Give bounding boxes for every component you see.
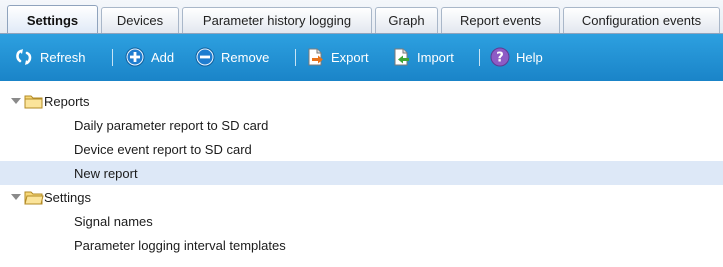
toolbar: Refresh Add Remove Export Import ? Help [0,34,723,81]
tab-settings[interactable]: Settings [7,5,98,34]
import-icon [391,47,411,67]
refresh-button[interactable]: Refresh [14,46,86,68]
tree-item-label: New report [74,165,138,181]
remove-button[interactable]: Remove [195,46,269,68]
help-icon: ? [490,47,510,67]
remove-label: Remove [221,49,270,65]
report-tree: Reports Daily parameter report to SD car… [0,81,723,267]
tree-item-parameter-logging-interval-templates[interactable]: Parameter logging interval templates [0,233,723,257]
tab-bar: Settings Devices Parameter history loggi… [0,0,723,34]
tree-item-label: Daily parameter report to SD card [74,117,269,133]
refresh-icon [14,47,34,67]
export-label: Export [331,49,369,65]
tree-group-reports[interactable]: Reports [0,89,723,113]
help-label: Help [516,49,543,65]
tab-graph[interactable]: Graph [375,7,438,33]
tab-configuration-events[interactable]: Configuration events [563,7,720,33]
tree-group-label: Settings [44,189,91,205]
tree-item-label: Parameter logging interval templates [74,237,286,253]
add-label: Add [151,49,175,65]
remove-icon [195,47,215,67]
tree-group-settings[interactable]: Settings [0,185,723,209]
add-icon [125,47,145,67]
import-label: Import [417,49,454,65]
tab-parameter-history-logging[interactable]: Parameter history logging [182,7,372,33]
tree-item-signal-names[interactable]: Signal names [0,209,723,233]
toolbar-separator [295,49,296,66]
expand-arrow-icon[interactable] [11,98,21,104]
expand-arrow-icon[interactable] [11,194,21,200]
tree-group-label: Reports [44,93,90,109]
tree-item-device-event-report[interactable]: Device event report to SD card [0,137,723,161]
tab-devices[interactable]: Devices [101,7,179,33]
add-button[interactable]: Add [125,46,174,68]
toolbar-separator [479,49,480,66]
refresh-label: Refresh [40,49,86,65]
import-button[interactable]: Import [391,46,454,68]
help-button[interactable]: ? Help [490,46,543,68]
export-icon [305,47,325,67]
tab-report-events[interactable]: Report events [441,7,560,33]
folder-icon [24,93,44,109]
export-button[interactable]: Export [305,46,369,68]
tree-item-label: Signal names [74,213,153,229]
svg-text:?: ? [496,51,504,66]
tree-item-new-report[interactable]: New report [0,161,723,185]
toolbar-separator [112,49,113,66]
tree-item-daily-parameter-report[interactable]: Daily parameter report to SD card [0,113,723,137]
tree-item-label: Device event report to SD card [74,141,252,157]
open-folder-icon [24,189,44,205]
